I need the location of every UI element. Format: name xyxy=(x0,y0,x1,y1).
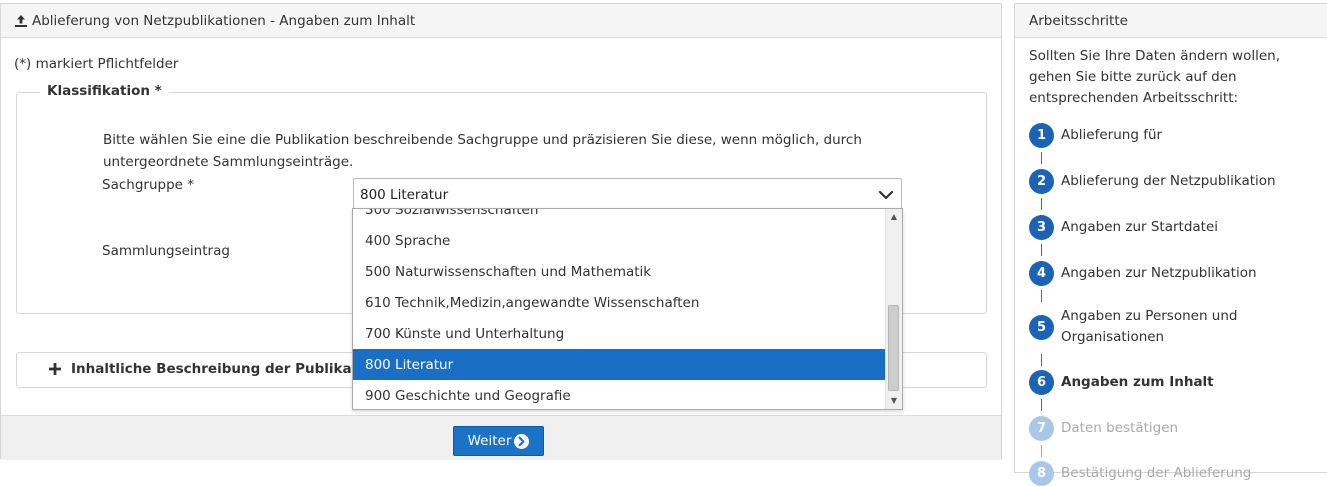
step-label: Ablieferung der Netzpublikation xyxy=(1061,173,1276,189)
step-label: Angaben zu Personen und Organisationen xyxy=(1061,308,1238,345)
sachgruppe-dropdown-list[interactable]: 300 Sozialwissenschaften 400 Sprache 500… xyxy=(352,208,903,410)
klassifikation-legend: Klassifikation * xyxy=(40,83,169,99)
dropdown-scrollbar[interactable]: ▲ ▼ xyxy=(885,209,902,409)
plus-icon xyxy=(49,363,61,375)
step-connector xyxy=(1041,290,1042,302)
step-label: Angaben zur Startdatei xyxy=(1061,219,1219,235)
scroll-up-arrow-icon[interactable]: ▲ xyxy=(889,212,899,222)
dropdown-option[interactable]: 700 Künste und Unterhaltung xyxy=(353,318,886,349)
sachgruppe-select[interactable]: 800 Literatur xyxy=(353,178,902,212)
sachgruppe-selected-value: 800 Literatur xyxy=(360,187,449,203)
step-number: 1 xyxy=(1029,123,1054,148)
step-7: 7 Daten bestätigen xyxy=(1029,416,1178,441)
weiter-button-label: Weiter xyxy=(467,433,512,449)
chevron-down-icon xyxy=(878,187,894,203)
arrow-right-circle-icon xyxy=(514,433,530,449)
sidebar-panel: Arbeitsschritte Sollten Sie Ihre Daten ä… xyxy=(1014,3,1327,486)
inhalt-beschreibung-toggle[interactable]: Inhaltliche Beschreibung der Publikation xyxy=(49,361,382,377)
step-connector xyxy=(1041,152,1042,164)
main-panel-heading: Ablieferung von Netzpublikationen - Anga… xyxy=(1,4,1001,38)
step-2[interactable]: 2 Ablieferung der Netzpublikation xyxy=(1029,169,1276,194)
step-3[interactable]: 3 Angaben zur Startdatei xyxy=(1029,215,1218,240)
sidebar-intro: Sollten Sie Ihre Daten ändern wollen, ge… xyxy=(1029,48,1281,106)
step-6[interactable]: 6 Angaben zum Inhalt xyxy=(1029,370,1214,395)
step-number: 2 xyxy=(1029,169,1054,194)
step-number: 7 xyxy=(1029,416,1054,441)
step-number: 4 xyxy=(1029,261,1054,286)
sammlungseintrag-label: Sammlungseintrag xyxy=(102,243,230,259)
footer-bar: Weiter xyxy=(1,415,1001,460)
sachgruppe-label: Sachgruppe * xyxy=(102,177,194,193)
page-title: Ablieferung von Netzpublikationen - Anga… xyxy=(32,12,416,29)
step-4[interactable]: 4 Angaben zur Netzpublikation xyxy=(1029,261,1257,286)
step-connector xyxy=(1041,244,1042,256)
scroll-down-arrow-icon[interactable]: ▼ xyxy=(889,396,899,406)
klassifikation-description: Bitte wählen Sie eine die Publikation be… xyxy=(103,132,862,170)
step-connector xyxy=(1041,198,1042,210)
step-connector xyxy=(1041,399,1042,411)
weiter-button[interactable]: Weiter xyxy=(453,426,544,456)
step-number: 5 xyxy=(1029,314,1054,340)
dropdown-option[interactable]: 400 Sprache xyxy=(353,225,886,256)
dropdown-option[interactable]: 300 Sozialwissenschaften xyxy=(353,209,886,225)
step-label: Angaben zum Inhalt xyxy=(1061,374,1214,390)
required-fields-note: (*) markiert Pflichtfelder xyxy=(14,56,179,72)
step-1[interactable]: 1 Ablieferung für xyxy=(1029,123,1162,148)
step-label: Angaben zur Netzpublikation xyxy=(1061,265,1257,281)
step-8: 8 Bestätigung der Ablieferung xyxy=(1029,461,1251,486)
dropdown-option[interactable]: 900 Geschichte und Geografie xyxy=(353,380,886,409)
step-label: Bestätigung der Ablieferung xyxy=(1061,465,1252,481)
step-label: Ablieferung für xyxy=(1061,127,1163,143)
scrollbar-thumb[interactable] xyxy=(888,305,899,391)
step-connector xyxy=(1041,445,1042,457)
step-connector xyxy=(1041,354,1042,366)
dropdown-option[interactable]: 610 Technik,Medizin,angewandte Wissensch… xyxy=(353,287,886,318)
step-label: Daten bestätigen xyxy=(1061,420,1179,436)
dropdown-option[interactable]: 500 Naturwissenschaften und Mathematik xyxy=(353,256,886,287)
upload-icon xyxy=(14,14,28,28)
step-number: 3 xyxy=(1029,215,1054,240)
step-number: 8 xyxy=(1029,461,1054,486)
step-5[interactable]: 5 Angaben zu Personen und Organisationen xyxy=(1029,306,1251,348)
inhalt-beschreibung-title: Inhaltliche Beschreibung der Publikation xyxy=(71,361,382,377)
sidebar-heading: Arbeitsschritte xyxy=(1015,4,1327,38)
dropdown-option-selected[interactable]: 800 Literatur xyxy=(353,349,886,380)
sidebar-title: Arbeitsschritte xyxy=(1029,12,1128,29)
step-number: 6 xyxy=(1029,370,1054,395)
